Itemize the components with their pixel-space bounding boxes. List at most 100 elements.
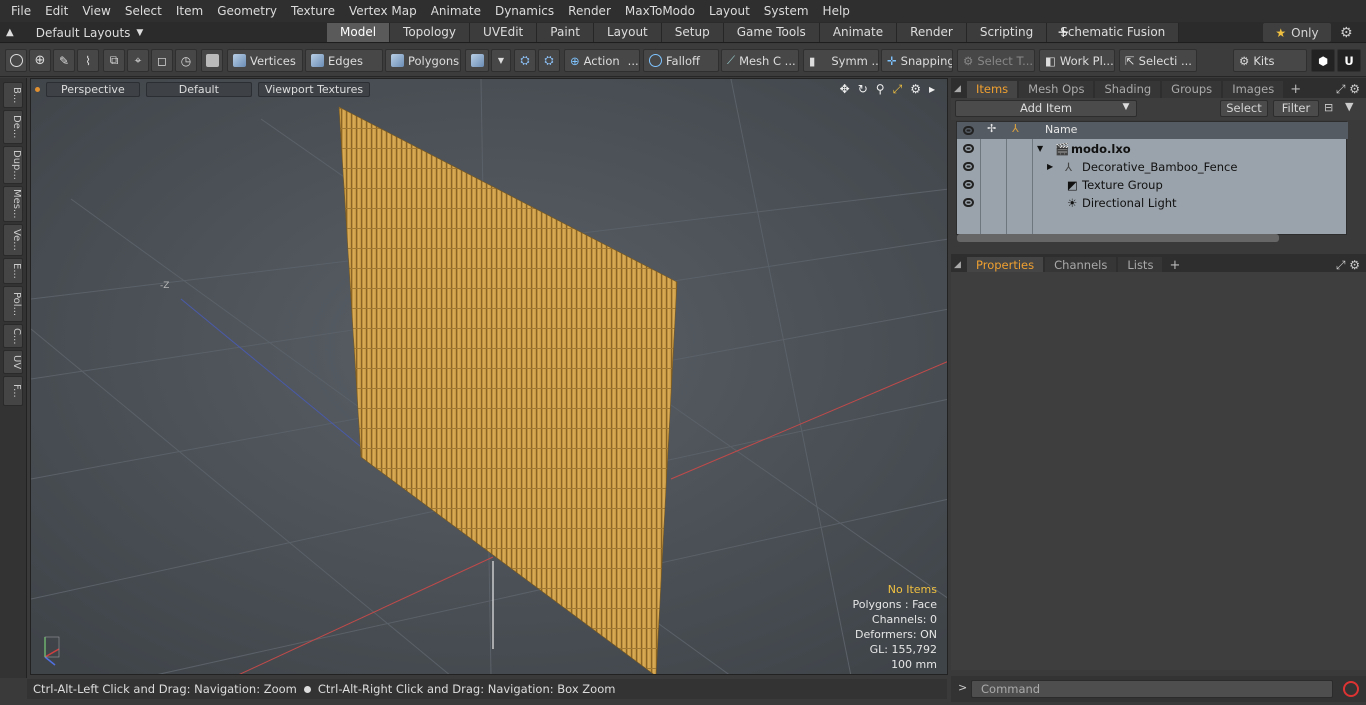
- edges-button[interactable]: Edges: [305, 49, 383, 72]
- polygons-button[interactable]: Polygons: [385, 49, 461, 72]
- menu-maxtomodo[interactable]: MaxToModo: [618, 0, 702, 22]
- chevron-down-icon[interactable]: ▼: [1117, 100, 1135, 117]
- vtab-curve[interactable]: C...: [3, 324, 23, 348]
- move-view-icon[interactable]: ✥: [840, 82, 850, 97]
- select-mode-button[interactable]: [5, 49, 27, 72]
- menu-dynamics[interactable]: Dynamics: [488, 0, 561, 22]
- add-item-button[interactable]: Add Item: [955, 100, 1137, 117]
- gear-icon[interactable]: ⚙: [1340, 25, 1353, 41]
- add-panel-tab-icon[interactable]: +: [1283, 81, 1308, 98]
- action-center-button[interactable]: ⊕ Action...: [564, 49, 640, 72]
- eye-icon[interactable]: [963, 198, 974, 207]
- menu-system[interactable]: System: [757, 0, 816, 22]
- item-mode-button[interactable]: [201, 49, 223, 72]
- menu-texture[interactable]: Texture: [284, 0, 342, 22]
- panel-menu-icon[interactable]: ◢: [951, 81, 965, 98]
- vtab-duplicate[interactable]: Dup...: [3, 146, 23, 184]
- rotate-view-icon[interactable]: ↻: [858, 82, 868, 97]
- vtab-deform[interactable]: De...: [3, 110, 23, 144]
- tree-row-light[interactable]: ☀ Directional Light: [957, 194, 1347, 212]
- command-input[interactable]: Command: [971, 680, 1333, 698]
- tree-row-mesh[interactable]: ▶ ⅄ Decorative_Bamboo_Fence: [957, 158, 1347, 176]
- sym-x-button[interactable]: ⛭: [514, 49, 536, 72]
- tab-layout[interactable]: Layout: [593, 23, 662, 42]
- center-button[interactable]: ⌖: [127, 49, 149, 72]
- tab-scripting[interactable]: Scripting: [966, 23, 1048, 42]
- transform-button[interactable]: ⧉: [103, 49, 125, 72]
- vtab-uv[interactable]: UV: [3, 350, 23, 374]
- unreal-button[interactable]: U: [1337, 49, 1361, 72]
- collapse-arrow-icon[interactable]: ▶: [1047, 158, 1053, 176]
- maximize-icon[interactable]: ⤢: [893, 82, 903, 97]
- tree-row-scene[interactable]: ▼ 🎬 modo.lxo: [957, 140, 1347, 158]
- layout-dropdown[interactable]: ▲ Default Layouts ▼: [6, 22, 143, 43]
- select-through-button[interactable]: ⚙ Select T...: [957, 49, 1035, 72]
- menu-help[interactable]: Help: [816, 0, 857, 22]
- tab-uvedit[interactable]: UVEdit: [470, 23, 538, 42]
- tab-animate[interactable]: Animate: [819, 23, 898, 42]
- menu-item[interactable]: Item: [169, 0, 210, 22]
- mesh-constraint-button[interactable]: ⟋ Mesh C ...: [721, 49, 799, 72]
- tab-render[interactable]: Render: [897, 23, 967, 42]
- tab-setup[interactable]: Setup: [661, 23, 724, 42]
- view-mode-button[interactable]: Perspective: [46, 81, 140, 97]
- modo-button[interactable]: ⬢: [1311, 49, 1335, 72]
- brush-button[interactable]: ⌇: [77, 49, 99, 72]
- vtab-mesh[interactable]: Mes...: [3, 186, 23, 222]
- tab-shading[interactable]: Shading: [1095, 81, 1161, 98]
- eye-icon[interactable]: [963, 162, 974, 171]
- pen-button[interactable]: ✎: [53, 49, 75, 72]
- kits-button[interactable]: ⚙ Kits: [1233, 49, 1307, 72]
- funnel-icon[interactable]: ▼: [1345, 100, 1353, 113]
- vtab-edge[interactable]: E...: [3, 258, 23, 284]
- sym-y-button[interactable]: ⛭: [538, 49, 560, 72]
- tab-groups[interactable]: Groups: [1162, 81, 1222, 98]
- menu-render[interactable]: Render: [561, 0, 618, 22]
- material-button[interactable]: [465, 49, 489, 72]
- shading-mode-button[interactable]: Default: [145, 81, 252, 97]
- expand-arrow-icon[interactable]: ▼: [1037, 140, 1043, 158]
- filter-button[interactable]: Filter: [1273, 100, 1319, 117]
- tab-game-tools[interactable]: Game Tools: [723, 23, 820, 42]
- menu-select[interactable]: Select: [118, 0, 169, 22]
- name-column-header[interactable]: Name: [1045, 123, 1077, 136]
- material-dropdown[interactable]: ▼: [491, 49, 511, 72]
- add-tab-icon[interactable]: +: [1057, 24, 1070, 41]
- panel-expand-gear-icon[interactable]: ⤢ ⚙: [1336, 81, 1366, 98]
- menu-edit[interactable]: Edit: [38, 0, 75, 22]
- tree-row-texture-group[interactable]: ◩ Texture Group: [957, 176, 1347, 194]
- menu-geometry[interactable]: Geometry: [210, 0, 284, 22]
- only-button[interactable]: ★ Only: [1263, 23, 1331, 42]
- tab-topology[interactable]: Topology: [390, 23, 471, 42]
- snapping-button[interactable]: ✛ Snapping: [881, 49, 953, 72]
- 3d-viewport[interactable]: -Z Perspective Default Viewport Textures…: [30, 78, 948, 675]
- falloff-button[interactable]: Falloff: [643, 49, 719, 72]
- tab-model[interactable]: Model: [327, 23, 391, 42]
- vtab-vertex[interactable]: Ve...: [3, 224, 23, 256]
- selection-sets-button[interactable]: ⇱ Selecti ...: [1119, 49, 1197, 72]
- work-plane-button[interactable]: ◧ Work Pl...: [1039, 49, 1115, 72]
- viewport-gear-icon[interactable]: ⚙: [910, 82, 921, 97]
- timer-button[interactable]: ◷: [175, 49, 197, 72]
- zoom-view-icon[interactable]: ⚲: [876, 82, 885, 97]
- tab-images[interactable]: Images: [1223, 81, 1284, 98]
- vtab-fusion[interactable]: F...: [3, 376, 23, 406]
- tree-horizontal-scrollbar[interactable]: [957, 234, 1279, 242]
- element-button[interactable]: ◻: [151, 49, 173, 72]
- globe-button[interactable]: ⊕: [29, 49, 51, 72]
- menu-view[interactable]: View: [75, 0, 117, 22]
- vertices-button[interactable]: Vertices: [227, 49, 303, 72]
- symmetry-button[interactable]: ▮ Symm ...: [803, 49, 879, 72]
- vtab-polygon[interactable]: Pol...: [3, 286, 23, 322]
- viewport-menu-arrow-icon[interactable]: ▸: [929, 82, 935, 97]
- eye-icon[interactable]: [963, 180, 974, 189]
- viewport-textures-button[interactable]: Viewport Textures: [257, 81, 371, 97]
- collapse-icon[interactable]: ⊟: [1324, 101, 1333, 114]
- select-button[interactable]: Select: [1220, 100, 1268, 117]
- menu-layout[interactable]: Layout: [702, 0, 757, 22]
- tab-mesh-ops[interactable]: Mesh Ops: [1019, 81, 1094, 98]
- vtab-basic[interactable]: B...: [3, 82, 23, 108]
- menu-animate[interactable]: Animate: [424, 0, 488, 22]
- tab-items[interactable]: Items: [967, 81, 1018, 98]
- record-icon[interactable]: [1343, 681, 1359, 697]
